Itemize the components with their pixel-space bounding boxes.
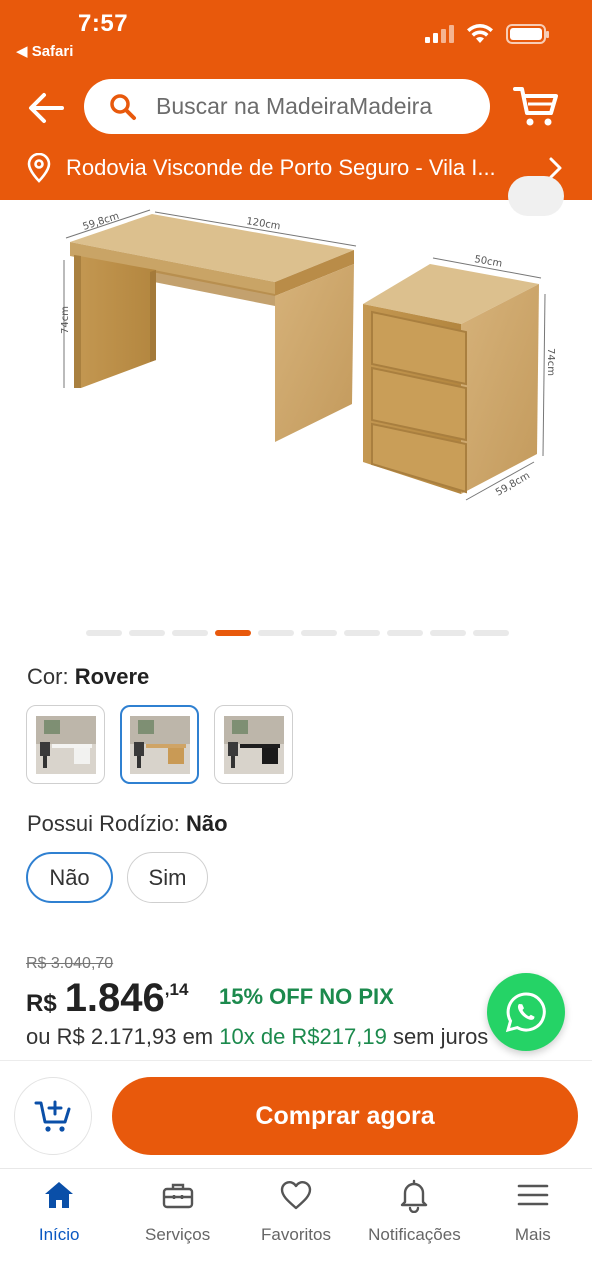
caster-choice-nao[interactable]: Não <box>26 852 113 903</box>
dim-drawer-width: 50cm <box>473 254 502 270</box>
pagination-dot[interactable] <box>301 630 337 636</box>
pagination-dot[interactable] <box>258 630 294 636</box>
installments-highlight: 10x de R$217,19 <box>219 1024 387 1049</box>
whatsapp-icon <box>505 992 546 1033</box>
battery-icon <box>506 24 549 44</box>
pagination-dot[interactable] <box>129 630 165 636</box>
drawer-unit-drawing <box>363 264 539 494</box>
caster-choice-sim[interactable]: Sim <box>127 852 208 903</box>
tab-label: Mais <box>514 1225 551 1244</box>
price-cents: ,14 <box>164 980 189 999</box>
price-integer: 1.846 <box>64 976 165 1020</box>
back-to-safari-link[interactable]: ◀ Safari <box>16 42 73 60</box>
back-arrow-icon[interactable] <box>24 86 68 130</box>
product-image[interactable]: 59,8cm 120cm 74cm 50cm 74cm 59,8cm <box>0 200 592 620</box>
search-icon <box>110 93 136 120</box>
pagination-dot[interactable] <box>387 630 423 636</box>
installments-prefix: ou R$ 2.171,93 em <box>26 1024 220 1049</box>
tab-inicio[interactable]: Início <box>0 1169 118 1280</box>
installments-suffix: sem juros <box>386 1024 489 1049</box>
color-value: Rovere <box>74 664 150 689</box>
status-icons <box>425 24 549 44</box>
price-currency: R$ <box>26 990 57 1017</box>
buy-now-button[interactable]: Comprar agora <box>112 1077 578 1155</box>
add-to-cart-button[interactable] <box>14 1077 92 1155</box>
pagination-dot[interactable] <box>344 630 380 636</box>
pagination-dot-active[interactable] <box>215 630 251 636</box>
bell-icon <box>401 1179 428 1213</box>
dim-drawer-depth: 59,8cm <box>494 470 532 498</box>
color-swatch-white[interactable] <box>26 705 105 784</box>
heart-icon <box>280 1181 312 1210</box>
status-time: 7:57 <box>78 10 129 37</box>
tab-label: Início <box>38 1225 80 1244</box>
pagination-dot[interactable] <box>172 630 208 636</box>
gallery-pagination <box>86 630 509 636</box>
caster-choices: Não Sim <box>26 852 208 903</box>
swatch-white-image <box>35 715 96 774</box>
tab-label: Notificações <box>368 1225 461 1244</box>
dim-drawer-height: 74cm <box>545 348 556 376</box>
desk-drawing <box>70 214 354 442</box>
current-price: R$ 1.846 ,14 <box>26 974 188 1022</box>
caster-option-label: Possui Rodízio: Não <box>27 811 228 837</box>
top-header: 7:57 ◀ Safari Rodovia Visconde d <box>0 0 592 200</box>
bottom-tab-bar: Início Serviços Favoritos Notificações M… <box>0 1168 592 1280</box>
whatsapp-button[interactable] <box>487 973 565 1051</box>
old-price: R$ 3.040,70 <box>26 955 114 972</box>
tab-label: Serviços <box>145 1225 211 1244</box>
caster-value: Não <box>185 811 228 836</box>
color-swatches <box>26 705 293 784</box>
color-label: Cor: <box>27 664 69 689</box>
add-to-cart-icon <box>34 1100 71 1132</box>
delivery-address: Rodovia Visconde de Porto Seguro - Vila … <box>66 155 496 180</box>
buy-bar: Comprar agora <box>0 1060 592 1168</box>
color-swatch-rovere[interactable] <box>120 705 199 784</box>
pagination-dot[interactable] <box>473 630 509 636</box>
pix-discount-badge: 15% OFF NO PIX <box>219 984 394 1009</box>
delivery-location[interactable]: Rodovia Visconde de Porto Seguro - Vila … <box>0 144 592 192</box>
caster-label: Possui Rodízio: <box>27 811 180 836</box>
wifi-icon <box>467 24 493 43</box>
installments-text: ou R$ 2.171,93 em 10x de R$217,19 sem ju… <box>26 1024 526 1050</box>
toolbox-icon <box>162 1183 193 1209</box>
color-option-label: Cor: Rovere <box>27 664 149 690</box>
tab-servicos[interactable]: Serviços <box>118 1169 236 1280</box>
menu-icon <box>517 1184 549 1206</box>
tab-mais[interactable]: Mais <box>474 1169 592 1280</box>
swatch-rovere-image <box>129 715 190 774</box>
swatch-black-image <box>223 715 284 774</box>
pagination-dot[interactable] <box>430 630 466 636</box>
cellular-signal-icon <box>425 25 454 43</box>
search-input[interactable] <box>156 93 476 120</box>
color-swatch-black[interactable] <box>214 705 293 784</box>
dim-desk-height: 74cm <box>60 306 71 334</box>
pagination-dot[interactable] <box>86 630 122 636</box>
tab-notificacoes[interactable]: Notificações <box>355 1169 473 1280</box>
cart-icon[interactable] <box>512 84 560 128</box>
tab-favoritos[interactable]: Favoritos <box>237 1169 355 1280</box>
location-pin-icon <box>27 153 51 183</box>
search-bar[interactable] <box>84 79 490 134</box>
home-icon <box>45 1182 74 1208</box>
tab-label: Favoritos <box>261 1225 331 1244</box>
